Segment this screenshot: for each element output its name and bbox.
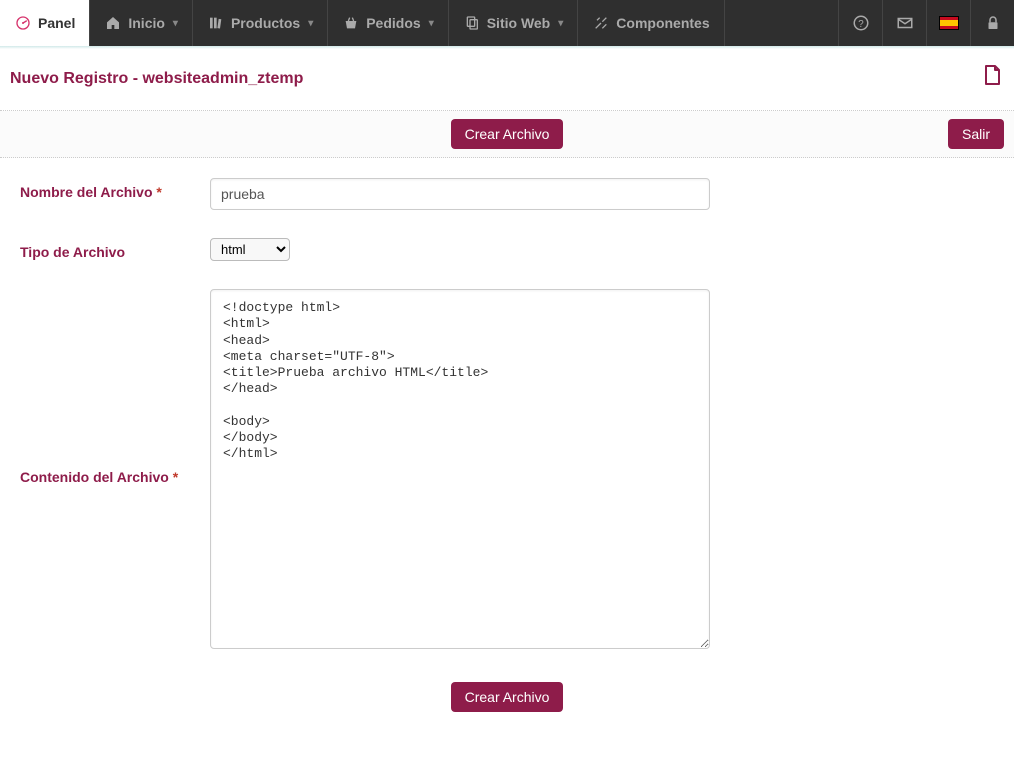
nav-tab-pedidos[interactable]: Pedidos ▾ [328,0,449,46]
filetype-select[interactable]: html [210,238,290,261]
nav-tab-productos[interactable]: Productos ▾ [193,0,328,46]
label-content: Contenido del Archivo * [10,289,210,485]
required-marker: * [156,184,161,200]
chevron-down-icon: ▾ [308,18,313,29]
help-icon: ? [852,14,870,32]
label-filetype-text: Tipo de Archivo [20,244,125,260]
home-icon [104,14,122,32]
control-wrap-content [210,289,710,652]
copy-icon [463,14,481,32]
control-wrap-filetype: html [210,238,710,261]
help-button[interactable]: ? [838,0,882,46]
filename-input[interactable] [210,178,710,210]
page-header: Nuevo Registro - websiteadmin_ztemp [0,49,1014,111]
tools-icon [592,14,610,32]
nav-tab-label: Productos [231,15,300,31]
required-marker: * [173,469,178,485]
chevron-down-icon: ▾ [173,18,178,29]
control-wrap-filename [210,178,710,210]
nav-tab-label: Panel [38,15,75,31]
svg-text:?: ? [858,19,864,30]
navbar-spacer [725,0,838,46]
nav-tab-label: Componentes [616,15,709,31]
row-content: Contenido del Archivo * [10,289,1004,652]
envelope-icon [896,14,914,32]
content-textarea[interactable] [210,289,710,649]
nav-tab-label: Inicio [128,15,165,31]
basket-icon [342,14,360,32]
chevron-down-icon: ▾ [558,18,563,29]
label-filetype: Tipo de Archivo [10,238,210,260]
exit-button[interactable]: Salir [948,119,1004,149]
nav-tab-sitio-web[interactable]: Sitio Web ▾ [449,0,579,46]
lock-button[interactable] [970,0,1014,46]
top-navbar: Panel Inicio ▾ Productos ▾ Pedidos ▾ Sit… [0,0,1014,46]
nav-tab-componentes[interactable]: Componentes [578,0,724,46]
gauge-icon [14,14,32,32]
spain-flag-icon [939,16,959,30]
lock-icon [984,14,1002,32]
chevron-down-icon: ▾ [429,18,434,29]
row-filetype: Tipo de Archivo html [10,238,1004,261]
messages-button[interactable] [882,0,926,46]
label-filename: Nombre del Archivo * [10,178,210,200]
file-icon [980,61,1004,96]
navbar-right: ? [838,0,1014,46]
create-file-button-top[interactable]: Crear Archivo [451,119,564,149]
nav-tab-inicio[interactable]: Inicio ▾ [90,0,193,46]
action-bar-top: Crear Archivo Salir [0,111,1014,158]
page-title: Nuevo Registro - websiteadmin_ztemp [10,70,303,88]
nav-tab-panel[interactable]: Panel [0,0,90,46]
nav-tab-label: Sitio Web [487,15,551,31]
language-button[interactable] [926,0,970,46]
label-content-text: Contenido del Archivo [20,469,169,485]
row-filename: Nombre del Archivo * [10,178,1004,210]
form: Nombre del Archivo * Tipo de Archivo htm… [0,158,1014,762]
action-bar-bottom: Crear Archivo [10,668,1004,732]
label-filename-text: Nombre del Archivo [20,184,153,200]
create-file-button-bottom[interactable]: Crear Archivo [451,682,564,712]
books-icon [207,14,225,32]
nav-tab-label: Pedidos [366,15,420,31]
